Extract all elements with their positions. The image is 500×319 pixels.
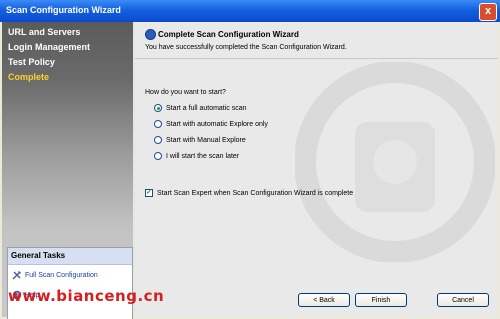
radio-button[interactable] (154, 136, 162, 144)
sidebar: URL and Servers Login Management Test Po… (2, 22, 133, 319)
option-manual-explore[interactable]: Start with Manual Explore (154, 136, 246, 144)
option-label: I will start the scan later (166, 152, 240, 160)
wizard-frame: URL and Servers Login Management Test Po… (2, 22, 498, 319)
scan-expert-checkbox-row[interactable]: ✓ Start Scan Expert when Scan Configurat… (145, 189, 353, 197)
window-title: Scan Configuration Wizard (6, 5, 121, 15)
background-logo-icon (295, 62, 495, 262)
tools-icon (12, 271, 21, 280)
radio-button[interactable] (154, 104, 162, 112)
main-panel: Complete Scan Configuration Wizard You h… (135, 22, 498, 317)
radio-button[interactable] (154, 152, 162, 160)
finish-button[interactable]: Finish (355, 293, 407, 307)
task-full-scan-configuration[interactable]: Full Scan Configuration (12, 270, 98, 280)
help-icon (145, 29, 156, 40)
option-automatic-explore-only[interactable]: Start with automatic Explore only (154, 120, 268, 128)
general-tasks-panel: General Tasks Full Scan Configuration ? … (7, 247, 133, 319)
sidebar-item-test-policy[interactable]: Test Policy (8, 57, 55, 67)
sidebar-item-url-and-servers[interactable]: URL and Servers (8, 27, 80, 37)
page-title: Complete Scan Configuration Wizard (158, 30, 299, 39)
page-subtitle: You have successfully completed the Scan… (145, 44, 347, 51)
option-label: Start a full automatic scan (166, 104, 247, 112)
checkbox-label: Start Scan Expert when Scan Configuratio… (157, 189, 354, 197)
header-divider (135, 58, 498, 59)
title-bar[interactable]: Scan Configuration Wizard x (0, 0, 500, 22)
back-button[interactable]: < Back (298, 293, 350, 307)
wizard-window: Scan Configuration Wizard x URL and Serv… (0, 0, 500, 319)
cancel-button[interactable]: Cancel (437, 293, 489, 307)
site-watermark: www.bianceng.cn (8, 287, 165, 305)
task-label: Full Scan Configuration (25, 271, 98, 279)
scan-expert-checkbox[interactable]: ✓ (145, 189, 153, 197)
general-tasks-title: General Tasks (8, 248, 132, 265)
option-start-later[interactable]: I will start the scan later (154, 152, 239, 160)
sidebar-item-complete[interactable]: Complete (8, 72, 49, 82)
option-label: Start with automatic Explore only (166, 120, 268, 128)
sidebar-item-login-management[interactable]: Login Management (8, 42, 90, 52)
option-full-automatic-scan[interactable]: Start a full automatic scan (154, 104, 247, 112)
start-question: How do you want to start? (145, 89, 226, 96)
option-label: Start with Manual Explore (166, 136, 246, 144)
radio-button[interactable] (154, 120, 162, 128)
close-button[interactable]: x (479, 3, 497, 21)
